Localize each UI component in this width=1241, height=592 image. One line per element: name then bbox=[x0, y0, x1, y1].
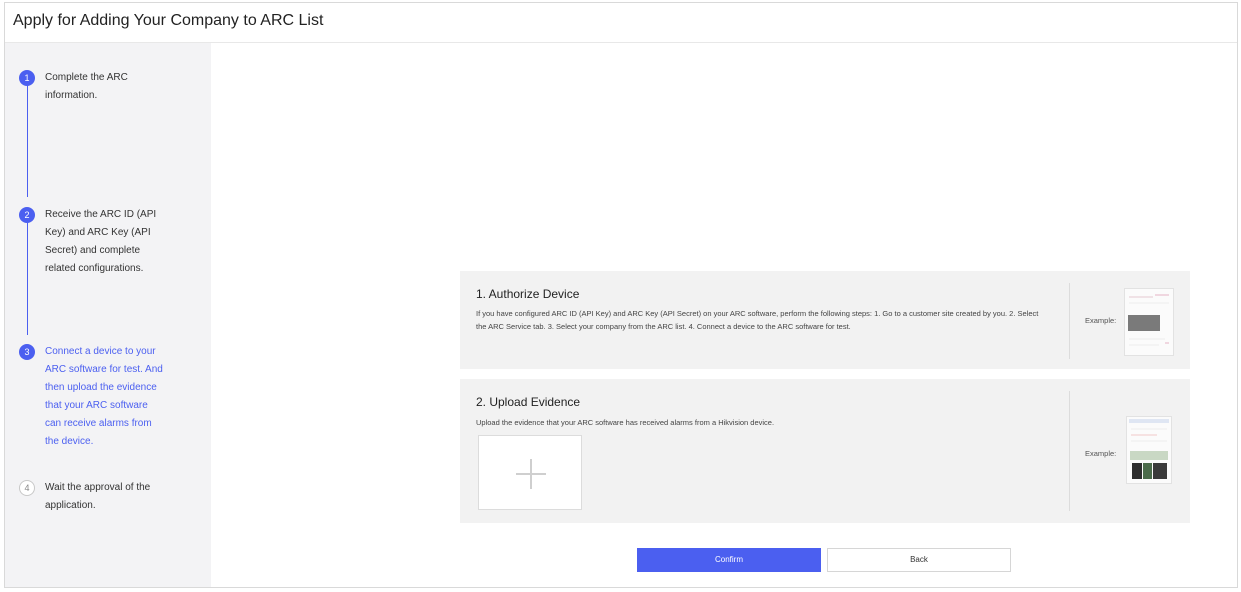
example-image[interactable] bbox=[1124, 288, 1174, 356]
step-label: Wait the approval of the application. bbox=[45, 482, 151, 511]
example-image[interactable] bbox=[1126, 416, 1172, 484]
header: Apply for Adding Your Company to ARC Lis… bbox=[5, 3, 1237, 43]
page-title: Apply for Adding Your Company to ARC Lis… bbox=[13, 12, 324, 29]
section-title: 1. Authorize Device bbox=[476, 287, 580, 301]
confirm-button[interactable]: Confirm bbox=[637, 548, 821, 572]
steps-sidebar: 1 Complete the ARC information. 2 Receiv… bbox=[5, 43, 211, 587]
section-title: 2. Upload Evidence bbox=[476, 395, 581, 409]
step-label: Receive the ARC ID (API Key) and ARC Key… bbox=[45, 209, 157, 274]
example-thumbnail-icon bbox=[1127, 417, 1171, 483]
example-label: Example: bbox=[1085, 449, 1117, 458]
step-number: 1 bbox=[19, 70, 35, 86]
authorize-device-section: 1. Authorize Device If you have configur… bbox=[460, 271, 1190, 369]
example-label: Example: bbox=[1085, 316, 1117, 325]
plus-icon bbox=[530, 459, 532, 489]
step-label: Complete the ARC information. bbox=[45, 72, 128, 101]
step-connector bbox=[27, 79, 28, 197]
step-number: 4 bbox=[19, 480, 35, 496]
section-description: If you have configured ARC ID (API Key) … bbox=[476, 309, 1039, 331]
step-number: 3 bbox=[19, 344, 35, 360]
upload-dropzone[interactable] bbox=[478, 435, 582, 510]
divider bbox=[1069, 391, 1070, 511]
divider bbox=[1069, 283, 1070, 359]
step-number: 2 bbox=[19, 207, 35, 223]
dialog: Apply for Adding Your Company to ARC Lis… bbox=[4, 2, 1238, 588]
upload-evidence-section: 2. Upload Evidence Upload the evidence t… bbox=[460, 379, 1190, 523]
step-connector bbox=[27, 223, 28, 335]
example-thumbnail-icon bbox=[1125, 289, 1173, 355]
section-description: Upload the evidence that your ARC softwa… bbox=[476, 418, 775, 427]
back-button[interactable]: Back bbox=[827, 548, 1011, 572]
step-label: Connect a device to your ARC software fo… bbox=[45, 346, 163, 447]
